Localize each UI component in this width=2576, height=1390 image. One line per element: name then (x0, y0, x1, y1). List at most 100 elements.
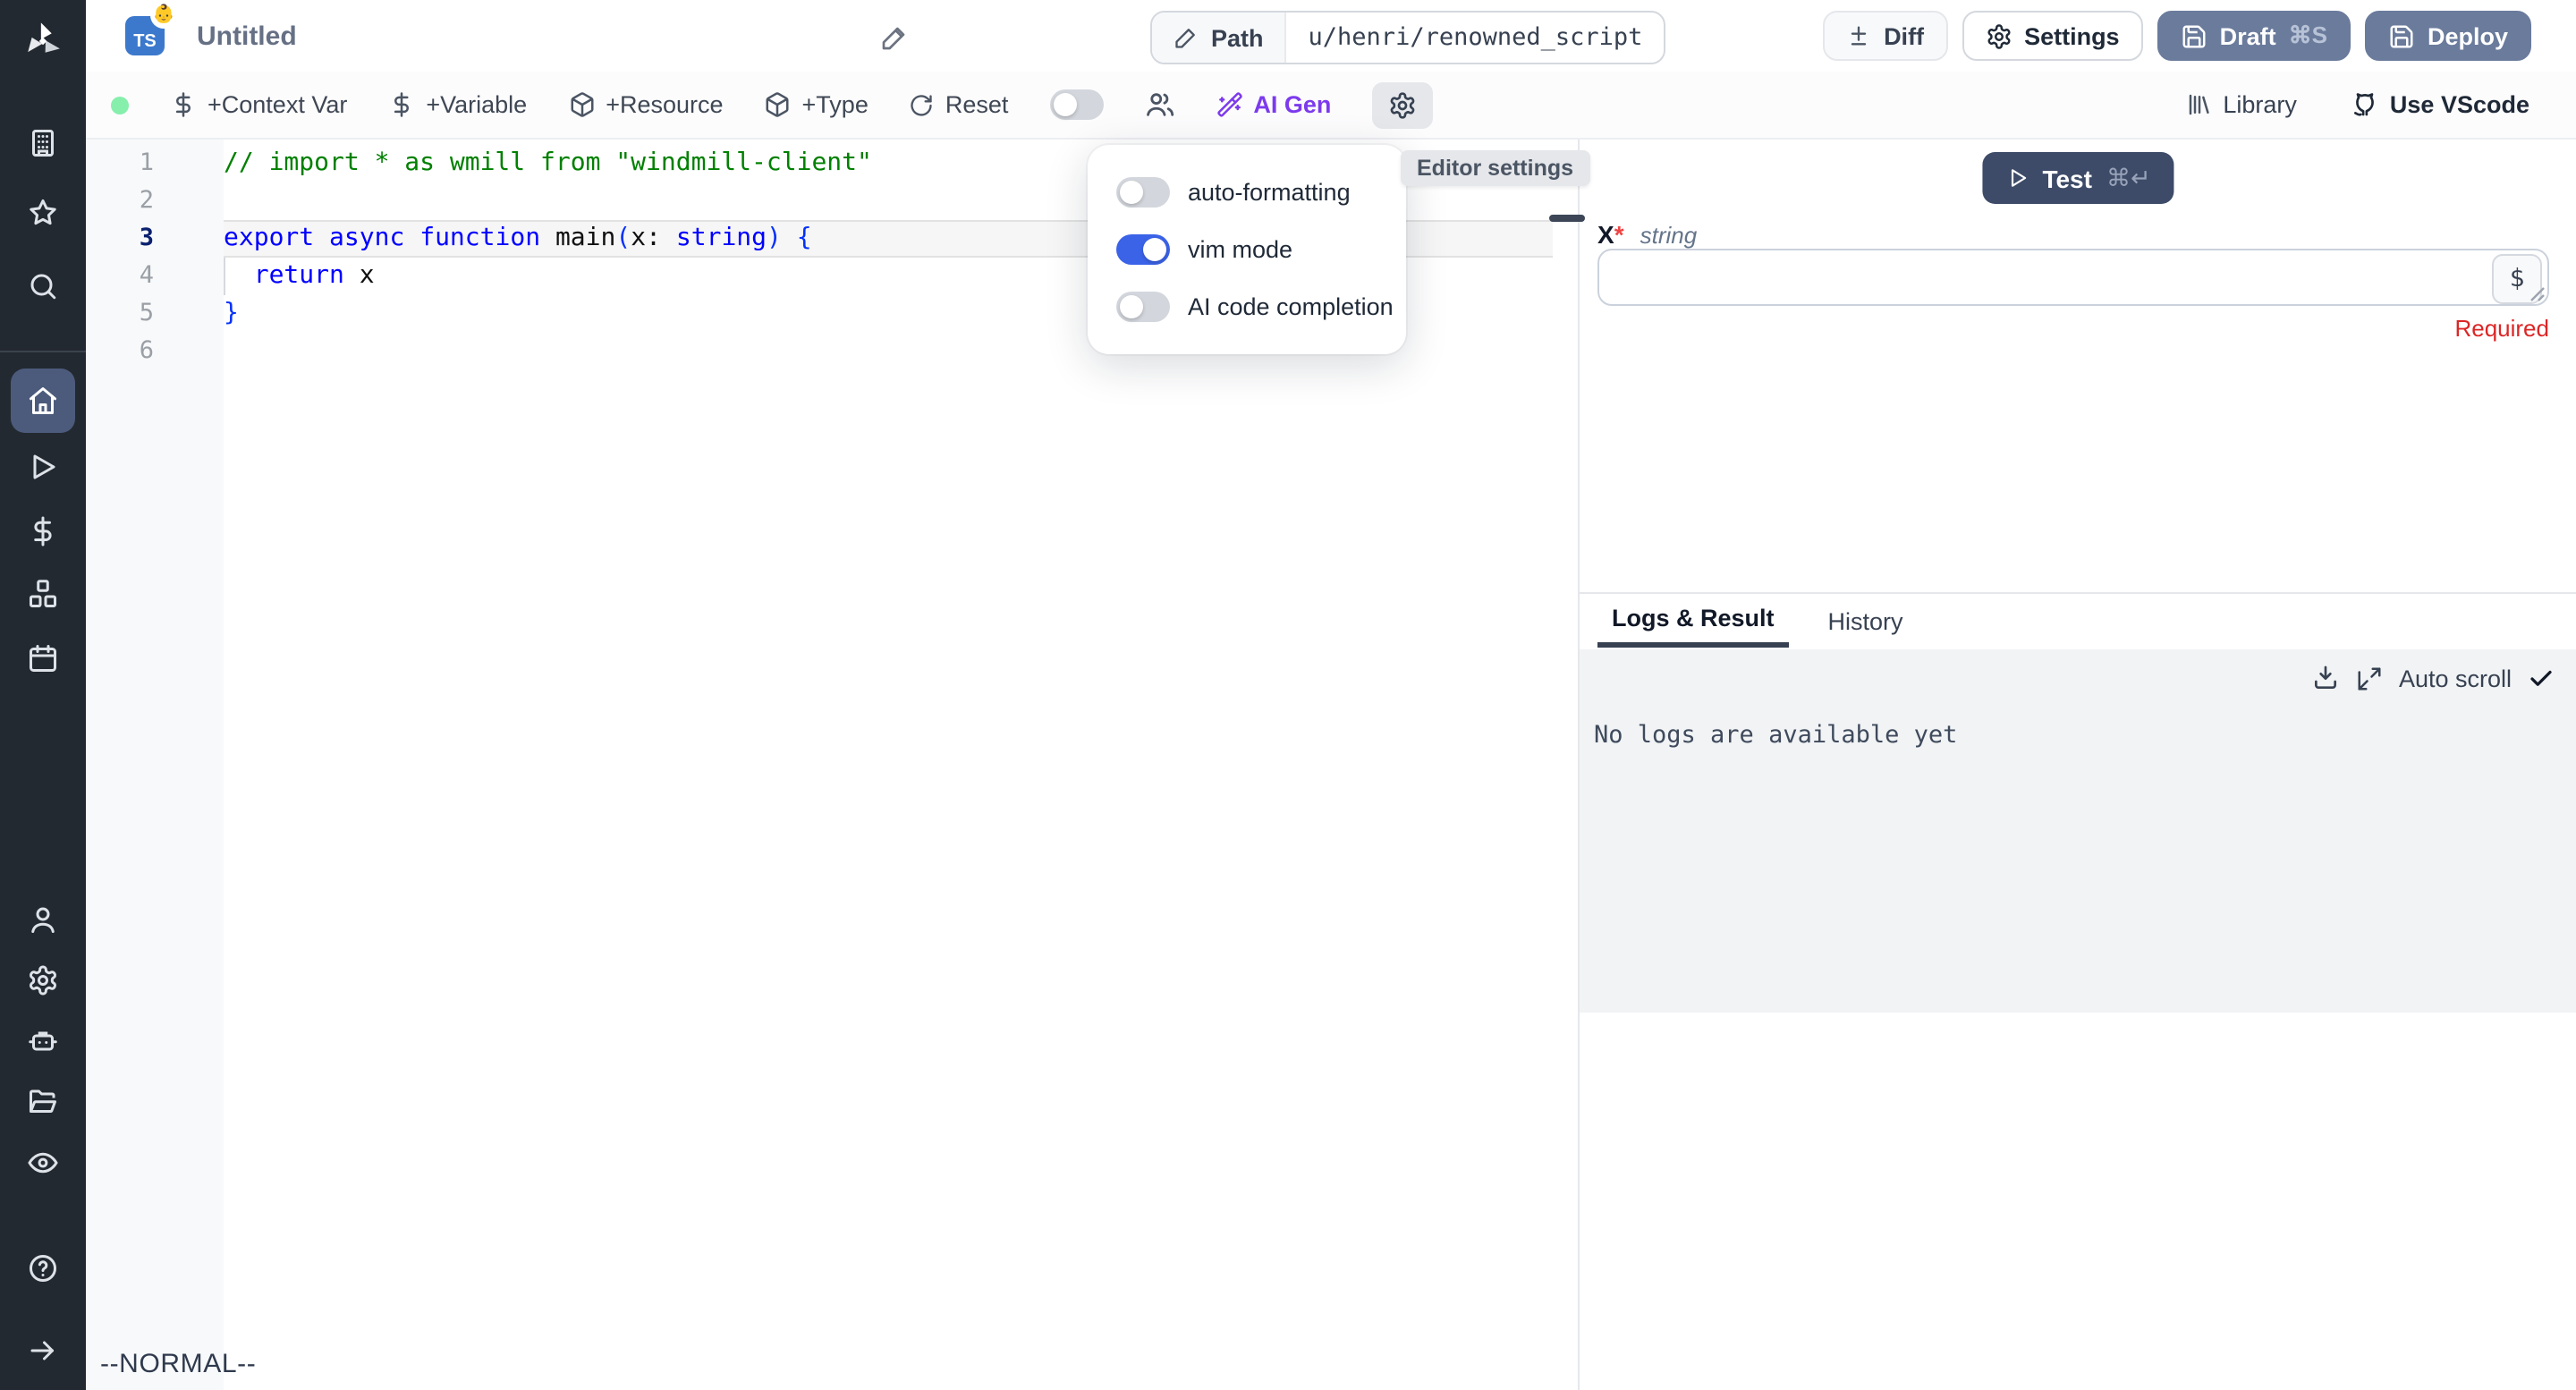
sidebar-item-workers[interactable] (0, 1025, 86, 1057)
draft-button[interactable]: Draft ⌘S (2157, 11, 2351, 61)
package-icon (568, 91, 595, 118)
diff-icon (1846, 23, 1871, 48)
download-logs-icon[interactable] (2311, 664, 2340, 692)
sidebar-item-help[interactable] (0, 1252, 86, 1284)
argument-type: string (1640, 222, 1698, 249)
add-type-label: +Type (802, 91, 869, 118)
topbar: TS 👶 Untitled Path u/henri/renowned_scri… (86, 0, 2576, 73)
save-icon (2181, 22, 2207, 49)
dollar-icon (170, 91, 197, 118)
setting-vim-mode: vim mode (1116, 234, 1406, 265)
language-ready-dot (111, 96, 129, 114)
add-variable-label: +Variable (426, 91, 527, 118)
path-label: Path (1211, 24, 1264, 51)
required-hint: Required (2454, 315, 2549, 342)
sidebar-item-users[interactable] (0, 903, 86, 936)
logs-result-section: Logs & Result History Auto scroll No log… (1580, 592, 2576, 1390)
diff-button[interactable]: Diff (1823, 11, 1947, 61)
check-icon[interactable] (2528, 665, 2555, 691)
reset-label: Reset (945, 91, 1009, 118)
sidebar-item-search[interactable] (0, 270, 86, 302)
sidebar-item-folders[interactable] (0, 1086, 86, 1118)
library-button[interactable]: Library (2185, 91, 2297, 118)
path-value: u/henri/renowned_script (1287, 13, 1665, 63)
add-context-var-label: +Context Var (208, 91, 347, 118)
required-asterisk: * (1614, 220, 1624, 249)
sidebar-item-workspace[interactable] (0, 127, 86, 159)
sidebar-item-schedules[interactable] (0, 642, 86, 674)
use-vscode-label: Use VScode (2390, 91, 2529, 118)
multiplayer-users-icon[interactable] (1144, 89, 1174, 120)
library-label: Library (2223, 91, 2297, 118)
deploy-button[interactable]: Deploy (2365, 11, 2531, 61)
no-logs-message: No logs are available yet (1594, 721, 1957, 750)
windmill-script-editor: TS 👶 Untitled Path u/henri/renowned_scri… (0, 0, 2576, 1390)
sidebar-item-favorites[interactable] (0, 197, 86, 229)
tab-logs-result[interactable]: Logs & Result (1597, 594, 1789, 648)
test-button[interactable]: Test ⌘↵ (1981, 152, 2174, 204)
sidebar-item-home[interactable] (11, 369, 75, 433)
edit-summary-pencil-icon[interactable] (880, 23, 909, 52)
sidebar-divider (0, 351, 86, 352)
expand-logs-icon[interactable] (2356, 665, 2383, 691)
auto-formatting-toggle[interactable] (1116, 177, 1170, 208)
test-shortcut: ⌘↵ (2106, 164, 2151, 192)
dollar-icon (388, 91, 415, 118)
argument-input[interactable]: $ (1597, 249, 2549, 306)
vim-status: --NORMAL-- (100, 1349, 256, 1379)
test-label: Test (2042, 164, 2092, 192)
sidebar (0, 0, 86, 1390)
add-type-button[interactable]: +Type (765, 91, 869, 118)
ai-gen-label: AI Gen (1253, 91, 1331, 118)
editor-settings-tooltip: Editor settings (1401, 150, 1589, 186)
multiplayer-toggle[interactable] (1049, 89, 1103, 120)
play-icon (2004, 166, 2028, 190)
add-resource-label: +Resource (606, 91, 723, 118)
auto-formatting-label: auto-formatting (1188, 179, 1351, 206)
editor-toolbar: +Context Var +Variable +Resource +Type R… (86, 72, 2576, 140)
sidebar-expand-icon[interactable] (0, 1335, 86, 1367)
sidebar-item-resources[interactable] (0, 578, 86, 610)
github-icon (2351, 90, 2379, 119)
argument-label-row: x* string (1597, 220, 1697, 252)
add-context-var-button[interactable]: +Context Var (170, 91, 347, 118)
sidebar-item-variables[interactable] (0, 515, 86, 547)
tab-history[interactable]: History (1814, 594, 1918, 648)
add-resource-button[interactable]: +Resource (568, 91, 723, 118)
resize-grip-icon[interactable] (2529, 286, 2546, 302)
use-vscode-button[interactable]: Use VScode (2351, 90, 2529, 119)
draft-shortcut: ⌘S (2289, 21, 2327, 50)
windmill-logo-icon[interactable] (20, 18, 66, 64)
draft-label: Draft (2220, 22, 2276, 49)
wand-sparkles-icon (1216, 91, 1242, 118)
sidebar-item-settings[interactable] (0, 964, 86, 996)
run-panel: Test ⌘↵ x* string $ Required Logs & Resu… (1580, 138, 2576, 1390)
ai-code-completion-toggle[interactable] (1116, 292, 1170, 322)
add-variable-button[interactable]: +Variable (388, 91, 527, 118)
splitter-handle[interactable] (1549, 215, 1585, 222)
save-icon (2388, 22, 2415, 49)
reset-button[interactable]: Reset (910, 91, 1009, 118)
ai-gen-button[interactable]: AI Gen (1216, 91, 1331, 118)
path-label-section: Path (1152, 13, 1287, 63)
logs-area: Auto scroll No logs are available yet (1580, 649, 2576, 1013)
setting-auto-formatting: auto-formatting (1116, 177, 1406, 208)
gear-icon (1985, 22, 2012, 49)
gear-icon (1388, 90, 1417, 119)
path-control[interactable]: Path u/henri/renowned_script (1150, 11, 1665, 64)
splitter-gutter[interactable] (1553, 138, 1580, 1390)
sidebar-item-audit-logs[interactable] (0, 1147, 86, 1179)
editor-settings-dropdown: auto-formatting vim mode AI code complet… (1088, 145, 1406, 354)
editor-settings-button[interactable] (1372, 81, 1433, 128)
diff-label: Diff (1884, 22, 1924, 49)
badge-emoji: 👶 (150, 2, 177, 29)
ai-code-completion-label: AI code completion (1188, 293, 1394, 320)
settings-label: Settings (2024, 22, 2120, 49)
deploy-label: Deploy (2428, 22, 2508, 49)
settings-button[interactable]: Settings (1962, 11, 2143, 61)
vim-mode-toggle[interactable] (1116, 234, 1170, 265)
auto-scroll-label: Auto scroll (2399, 665, 2512, 691)
refresh-icon (910, 92, 935, 117)
sidebar-item-runs[interactable] (0, 451, 86, 483)
result-tabs: Logs & Result History (1580, 594, 2576, 648)
